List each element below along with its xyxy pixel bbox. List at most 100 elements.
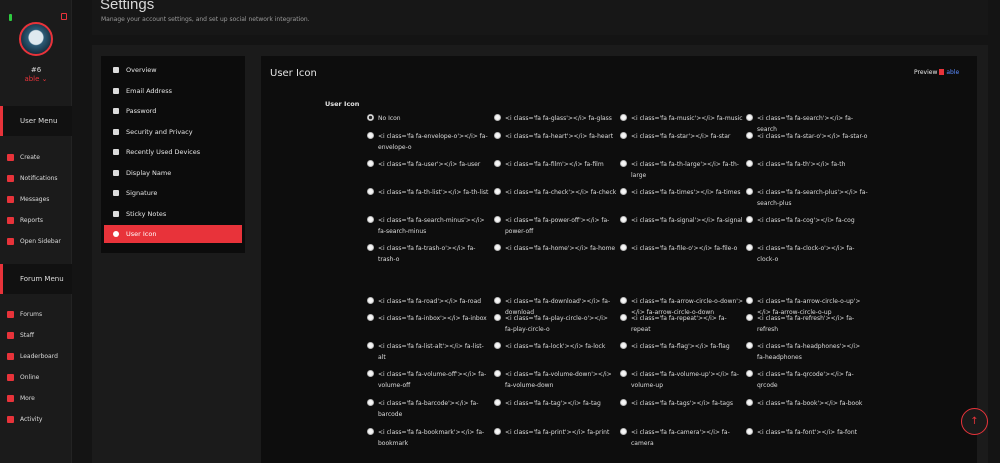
radio-button[interactable] [620,297,627,304]
page-title: Settings [100,0,155,13]
radio-button[interactable] [367,297,374,304]
icon-option-label: <i class='fa fa-road'></i> fa-road [378,298,482,305]
radio-button[interactable] [494,370,501,377]
user-name-dropdown[interactable]: able ⌄ [0,75,72,83]
radio-button[interactable] [620,314,627,321]
radio-button[interactable] [367,370,374,377]
radio-button[interactable] [494,216,501,223]
radio-button[interactable] [746,399,753,406]
sidebar-item-leaderboard[interactable]: Leaderboard [7,349,69,363]
radio-button[interactable] [746,342,753,349]
radio-button[interactable] [367,132,374,139]
forum-icon [7,310,14,318]
radio-button[interactable] [620,399,627,406]
forum-menu-header[interactable]: Forum Menu [0,264,72,294]
radio-button[interactable] [494,428,501,435]
sidebar-item-create[interactable]: Create [7,150,69,164]
radio-button[interactable] [367,160,374,167]
sidebar-item-notifications[interactable]: Notifications [7,171,69,185]
icon-option-label: <i class='fa fa-film'></i> fa-film [505,161,604,168]
radio-button[interactable] [367,114,374,121]
sidebar-item-label: Leaderboard [20,352,58,360]
avatar[interactable] [19,22,53,56]
radio-button[interactable] [494,244,501,251]
sidebar-item-more[interactable]: More [7,391,69,405]
radio-button[interactable] [494,314,501,321]
radio-button[interactable] [494,132,501,139]
subnav-item-sticky-notes[interactable]: Sticky Notes [104,205,242,223]
radio-button[interactable] [367,188,374,195]
sidebar-item-label: Notifications [20,174,58,182]
radio-button[interactable] [620,428,627,435]
subnav-item-recently-used-devices[interactable]: Recently Used Devices [104,143,242,161]
sidebar-item-open-sidebar[interactable]: Open Sidebar [7,234,69,248]
subnav-item-user-icon[interactable]: User Icon [104,225,242,243]
subnav-item-overview[interactable]: Overview [104,61,242,79]
pencil-icon [113,190,119,196]
radio-button[interactable] [494,188,501,195]
radio-button[interactable] [494,114,501,121]
radio-button[interactable] [494,297,501,304]
sidebar-item-label: Staff [20,331,34,339]
radio-button[interactable] [367,216,374,223]
radio-button[interactable] [746,160,753,167]
sidebar-item-label: Online [20,373,40,381]
icon-option-label: <i class='fa fa-file-o'></i> fa-file-o [631,245,738,252]
radio-button[interactable] [746,114,753,121]
icon-option-label: <i class='fa fa-star-o'></i> fa-star-o [757,133,868,140]
radio-button[interactable] [620,160,627,167]
radio-button[interactable] [367,428,374,435]
radio-button[interactable] [746,428,753,435]
sidebar-item-online[interactable]: Online [7,370,69,384]
radio-button[interactable] [367,399,374,406]
subnav-item-display-name[interactable]: Display Name [104,164,242,182]
radio-button[interactable] [620,132,627,139]
sidebar-item-messages[interactable]: Messages [7,192,69,206]
radio-button[interactable] [746,244,753,251]
radio-button[interactable] [746,216,753,223]
radio-button[interactable] [620,188,627,195]
sidebar-item-reports[interactable]: Reports [7,213,69,227]
subnav-item-security-and-privacy[interactable]: Security and Privacy [104,123,242,141]
preview-value: able [946,69,960,76]
lock-icon[interactable] [61,13,67,20]
sidebar-item-activity[interactable]: Activity [7,412,69,426]
page-subtitle: Manage your account settings, and set up… [101,16,310,23]
icon-option-label: <i class='fa fa-book'></i> fa-book [757,400,863,407]
key-icon [113,108,119,114]
sidebar-item-forums[interactable]: Forums [7,307,69,321]
subnav-item-email-address[interactable]: Email Address [104,82,242,100]
radio-button[interactable] [620,342,627,349]
lock-icon [113,128,119,135]
subnav-item-label: Signature [126,189,158,197]
radio-button[interactable] [494,160,501,167]
icon-option-label: <i class='fa fa-check'></i> fa-check [505,189,617,196]
icon-option-label: <i class='fa fa-headphones'></i> fa-head… [757,343,861,361]
toggle-icon [7,237,14,245]
radio-button[interactable] [494,342,501,349]
radio-button[interactable] [494,399,501,406]
radio-button[interactable] [367,342,374,349]
subnav-item-label: Display Name [126,168,172,177]
radio-button[interactable] [620,244,627,251]
radio-button[interactable] [367,244,374,251]
user-menu-header[interactable]: User Menu [0,106,72,136]
radio-button[interactable] [620,370,627,377]
radio-button[interactable] [620,114,627,121]
radio-button[interactable] [620,216,627,223]
radio-button[interactable] [746,132,753,139]
radio-button[interactable] [746,370,753,377]
radio-button[interactable] [367,314,374,321]
bell-icon [7,174,14,182]
icon-option-label: No Icon [378,115,401,122]
radio-button[interactable] [746,314,753,321]
scroll-top-button[interactable]: ↑ [961,408,988,435]
sidebar-item-staff[interactable]: Staff [7,328,69,342]
radio-button[interactable] [746,188,753,195]
subnav-item-password[interactable]: Password [104,102,242,120]
icon-option-label: <i class='fa fa-heart'></i> fa-heart [505,133,614,140]
sidebar-item-label: Activity [20,415,43,423]
radio-button[interactable] [746,297,753,304]
subnav-item-signature[interactable]: Signature [104,184,242,202]
icon-option-label: <i class='fa fa-search-plus'></i> fa-sea… [757,189,868,207]
